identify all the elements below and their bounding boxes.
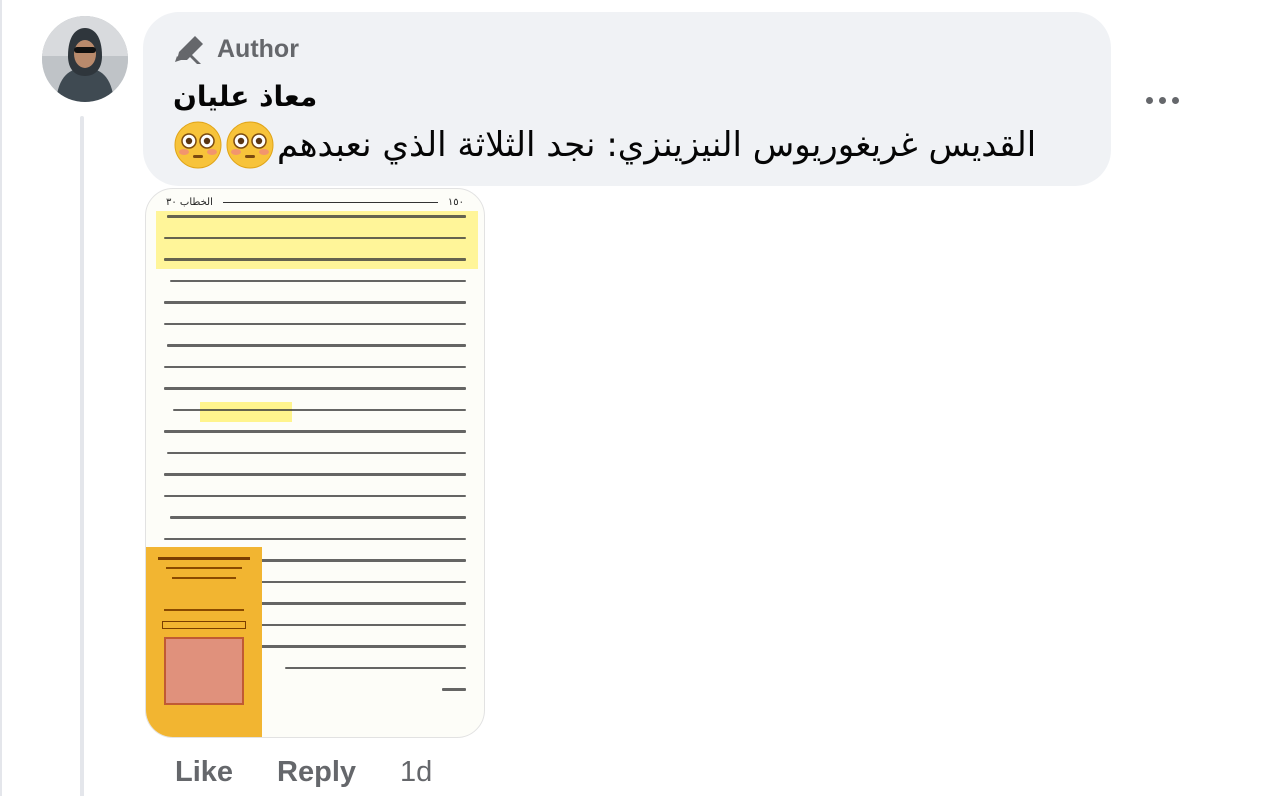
more-dots-icon bbox=[1171, 96, 1179, 104]
flushed-face-icon bbox=[174, 121, 222, 169]
more-dots-icon bbox=[1158, 96, 1166, 104]
more-dots-icon bbox=[1145, 96, 1153, 104]
reply-thread-line bbox=[80, 116, 84, 796]
comment-bubble: Author معاذ عليان القديس غريغوريوس النيز… bbox=[143, 12, 1111, 186]
trinity-icon-image bbox=[164, 637, 244, 705]
like-button[interactable]: Like bbox=[175, 756, 233, 789]
comment-body: القديس غريغوريوس النيزينزي: نجد الثلاثة … bbox=[277, 125, 1037, 165]
book-cover-thumbnail bbox=[146, 547, 262, 737]
avatar-image bbox=[42, 16, 128, 102]
pencil-icon bbox=[175, 36, 203, 64]
more-options-button[interactable] bbox=[1140, 88, 1184, 112]
book-page-title: الخطاب ٣٠ bbox=[166, 196, 213, 208]
comment-timestamp[interactable]: 1d bbox=[400, 756, 432, 789]
author-badge-label: Author bbox=[217, 34, 299, 63]
comment-actions: Like Reply 1d bbox=[175, 756, 432, 789]
author-name[interactable]: معاذ عليان bbox=[173, 80, 1111, 113]
header-rule bbox=[222, 201, 438, 203]
book-page-number: ١٥٠ bbox=[447, 196, 464, 208]
flushed-face-icon bbox=[226, 121, 274, 169]
reply-button[interactable]: Reply bbox=[277, 756, 356, 789]
avatar[interactable] bbox=[42, 16, 128, 102]
author-badge: Author bbox=[173, 34, 299, 64]
attached-photo[interactable]: الخطاب ٣٠ ١٥٠ bbox=[145, 188, 485, 738]
book-page-header: الخطاب ٣٠ ١٥٠ bbox=[166, 195, 464, 209]
thread-edge-line bbox=[0, 0, 2, 796]
comment-text: القديس غريغوريوس النيزينزي: نجد الثلاثة … bbox=[173, 120, 1036, 170]
